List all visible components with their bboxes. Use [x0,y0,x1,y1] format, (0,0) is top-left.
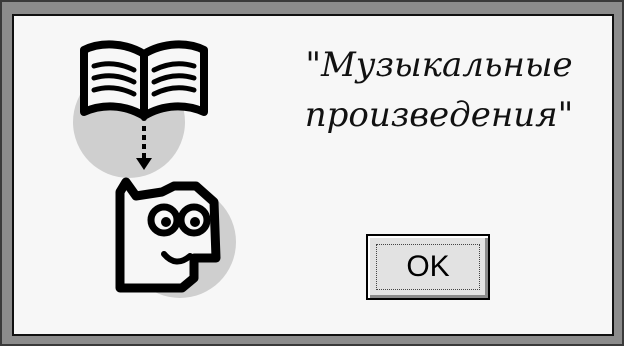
title-line-2: произведения" [304,95,574,135]
ok-button-label: OK [376,244,480,290]
dialog-window: "Музыкальные произведения" OK [0,0,624,346]
dialog-panel: "Музыкальные произведения" OK [12,14,614,336]
ok-button[interactable]: OK [366,234,490,300]
book-reader-illustration [73,40,236,298]
open-book-icon [80,40,208,121]
dialog-title: "Музыкальные произведения" [284,40,594,140]
title-line-1: "Музыкальные [305,45,573,85]
